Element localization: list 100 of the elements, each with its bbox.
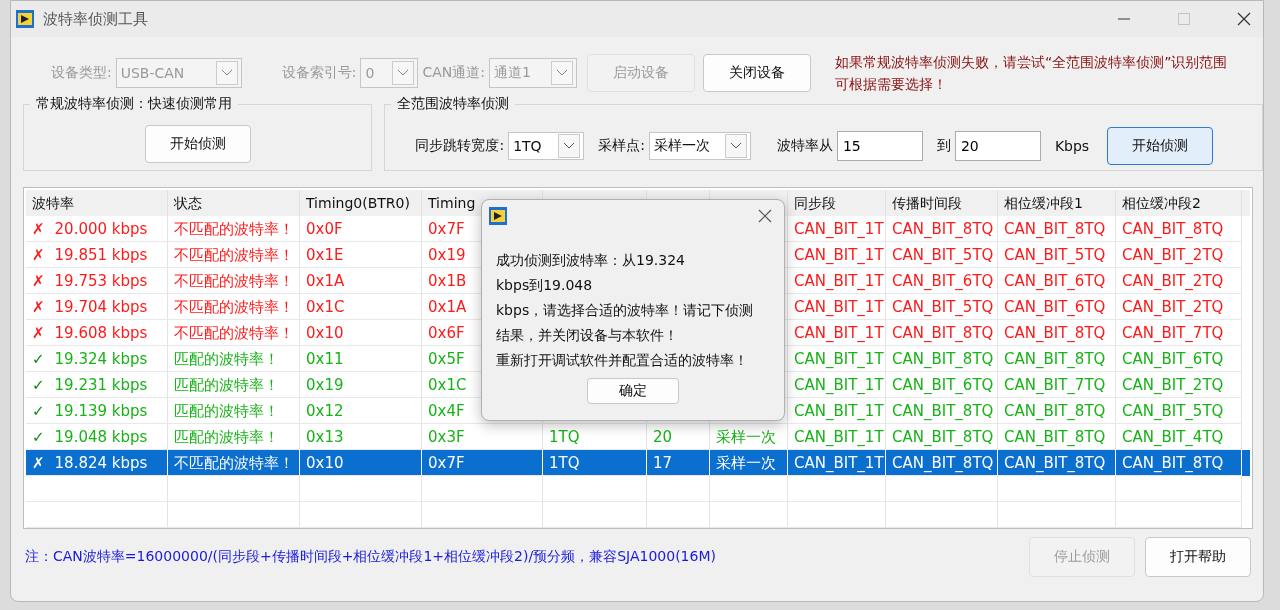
table-cell: 19.704 kbps [54, 298, 148, 316]
table-cell: 0x1E [306, 246, 344, 264]
status-mark: ✗ [32, 454, 45, 472]
message-line: 成功侦测到波特率：从19.324 [496, 251, 686, 270]
table-cell: 0x1B [428, 272, 467, 290]
window-title: 波特率侦测工具 [43, 9, 148, 29]
table-cell: CAN_BIT_1T [794, 220, 884, 238]
table-cell: CAN_BIT_8TQ [1122, 220, 1224, 238]
close-icon[interactable] [758, 209, 772, 223]
table-cell: 0x1C [306, 298, 345, 316]
column-header: 波特率 [32, 195, 74, 211]
column-header: 状态 [174, 195, 202, 211]
input-field[interactable]: 20 [954, 131, 1041, 161]
table-cell: CAN_BIT_2TQ [1122, 298, 1224, 316]
table-cell: CAN_BIT_4TQ [1122, 428, 1224, 446]
field-label: 波特率从 [776, 137, 833, 155]
table-cell: CAN_BIT_5TQ [1122, 402, 1224, 420]
table-cell: 匹配的波特率！ [174, 376, 279, 394]
caret-icon [563, 142, 576, 150]
status-mark: ✓ [32, 350, 45, 368]
table-cell [647, 502, 710, 528]
table-cell: CAN_BIT_8TQ [892, 402, 994, 420]
table-cell: 不匹配的波特率！ [174, 298, 294, 316]
table-cell: CAN_BIT_8TQ [1004, 428, 1106, 446]
table-cell: 19.851 kbps [54, 246, 148, 264]
table-cell: 0x1A [428, 298, 467, 316]
table-cell: CAN_BIT_7TQ [1122, 324, 1224, 342]
table-cell: CAN_BIT_8TQ [1004, 402, 1106, 420]
table-cell: CAN_BIT_1T [794, 246, 884, 264]
table-cell: 0x13 [306, 428, 344, 446]
dropdown[interactable]: 采样一次 [648, 132, 751, 160]
table-cell: 采样一次 [716, 428, 776, 446]
table-cell: 0x11 [306, 350, 344, 368]
table-cell: CAN_BIT_7TQ [1004, 376, 1106, 394]
column-header: Timing [428, 195, 476, 211]
start-button[interactable]: 开始侦测 [1107, 127, 1214, 165]
table-cell: 0x19 [306, 376, 344, 394]
status-mark: ✗ [32, 272, 45, 290]
table-cell: 0x12 [306, 402, 344, 420]
table-cell: CAN_BIT_6TQ [1122, 350, 1224, 368]
close-icon[interactable] [1237, 12, 1251, 26]
table-cell: 不匹配的波特率！ [174, 324, 294, 342]
table-cell: CAN_BIT_6TQ [892, 376, 994, 394]
table-cell: 0x4F [428, 402, 465, 420]
table-cell: 0x7F [428, 454, 465, 472]
table-cell: 匹配的波特率！ [174, 350, 279, 368]
table-cell: 17 [653, 454, 673, 472]
table-cell: 0x10 [306, 454, 344, 472]
table-cell: 1TQ [549, 454, 580, 472]
table-cell: CAN_BIT_8TQ [1122, 454, 1224, 472]
field-label: 设备类型: [51, 64, 112, 82]
table-cell: 匹配的波特率！ [174, 402, 279, 420]
table-cell: 0x19 [428, 246, 466, 264]
caret-icon [397, 69, 410, 77]
status-mark: ✗ [32, 220, 45, 238]
table-cell: 19.753 kbps [54, 272, 148, 290]
column-header: 相位缓冲段2 [1122, 195, 1201, 211]
table-cell: 19.048 kbps [54, 428, 148, 446]
table-cell: 不匹配的波特率！ [174, 272, 294, 290]
column-header: 同步段 [794, 195, 836, 211]
notice-text: 如果常规波特率侦测失败，请尝试“全范围波特率侦测”识别范围可根据需要选择！ [835, 53, 1229, 94]
table-cell: CAN_BIT_8TQ [892, 220, 994, 238]
status-mark: ✓ [32, 428, 45, 446]
table-cell: CAN_BIT_8TQ [1004, 454, 1106, 472]
table-cell: 19.324 kbps [54, 350, 148, 368]
footer-button[interactable]: 打开帮助 [1145, 537, 1251, 577]
table-cell: 不匹配的波特率！ [174, 246, 294, 264]
device-button[interactable]: 关闭设备 [703, 54, 811, 92]
table-cell: CAN_BIT_2TQ [1122, 272, 1224, 290]
table-row[interactable]: ✗ 18.824 kbps 不匹配的波特率！ 0x10 0x7F 1TQ 17 采样一次 CAN_BIT_1T CAN_BIT_8TQ CAN_BIT_8TQ CAN_BIT_8TQ [26, 450, 1250, 476]
message-line: kbps到19.048 [496, 276, 594, 295]
table-cell: CAN_BIT_1T [794, 298, 884, 316]
caret-icon [729, 142, 742, 150]
group-title: 常规波特率侦测：快速侦测常用 [35, 95, 233, 113]
status-mark: ✓ [32, 402, 45, 420]
start-button[interactable]: 开始侦测 [144, 125, 251, 163]
field-label: CAN通道: [422, 64, 485, 82]
table-cell: 20.000 kbps [54, 220, 148, 238]
table-cell: CAN_BIT_8TQ [1004, 350, 1106, 368]
table-cell: 匹配的波特率！ [174, 428, 279, 446]
field-label: 设备索引号: [281, 64, 357, 82]
input-field[interactable]: 15 [836, 131, 923, 161]
field-label: 到 [936, 137, 951, 155]
group-title: 全范围波特率侦测 [396, 95, 511, 113]
table-cell: 0x10 [306, 324, 344, 342]
table-cell: 不匹配的波特率！ [174, 454, 294, 472]
table-cell: 19.231 kbps [54, 376, 148, 394]
dropdown[interactable]: 1TQ [508, 132, 585, 160]
unit-label: Kbps [1054, 138, 1090, 154]
table-cell: CAN_BIT_1T [794, 272, 884, 290]
table-cell: CAN_BIT_8TQ [1004, 220, 1106, 238]
table-cell: CAN_BIT_1T [794, 376, 884, 394]
table-cell: 18.824 kbps [54, 454, 148, 472]
table-cell: CAN_BIT_1T [794, 428, 884, 446]
table-cell: CAN_BIT_1T [794, 402, 884, 420]
ok-button[interactable]: 确定 [587, 378, 679, 404]
table-cell [647, 476, 710, 502]
field-label: 同步跳转宽度: [415, 137, 505, 155]
status-mark: ✗ [32, 298, 45, 316]
table-cell: CAN_BIT_5TQ [892, 298, 994, 316]
